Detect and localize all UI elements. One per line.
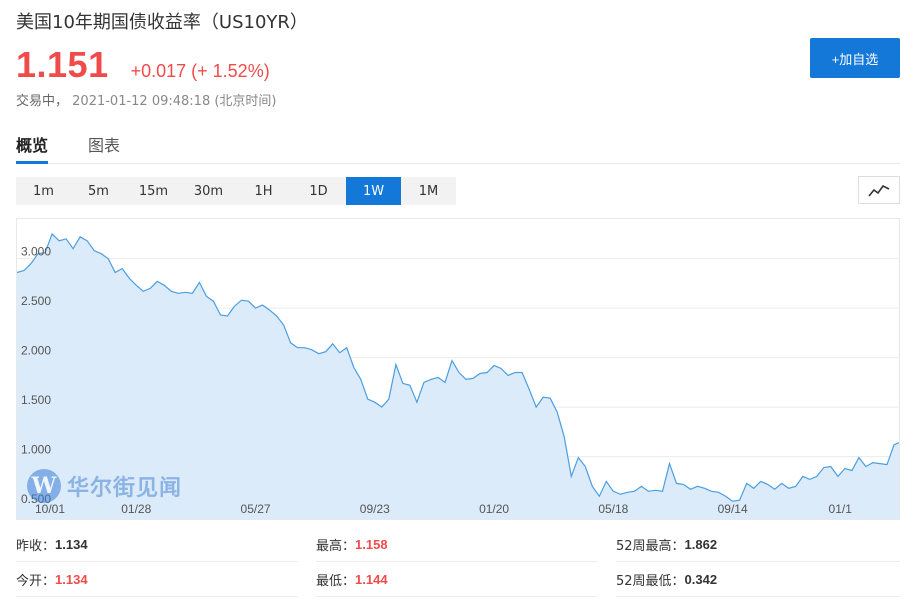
view-tabs: 概览 图表 <box>16 128 900 164</box>
period-15m[interactable]: 15m <box>126 177 181 205</box>
stat-high: 最高： 1.158 <box>316 528 598 562</box>
stat-value: 0.342 <box>684 572 718 587</box>
stat-prev-close: 昨收： 1.134 <box>16 528 298 562</box>
page-title: 美国10年期国债收益率（US10YR） <box>16 12 308 33</box>
yield-chart[interactable]: 3.0002.5002.0001.5001.0000.50010/0101/28… <box>16 218 900 520</box>
y-tick-label: 2.000 <box>21 344 51 358</box>
watermark-logo-icon: W <box>27 469 61 503</box>
stat-low: 最低： 1.144 <box>316 563 598 597</box>
status-text: 交易中， <box>16 94 69 109</box>
x-tick-label: 10/01 <box>35 502 65 516</box>
period-1w[interactable]: 1W <box>346 177 401 205</box>
y-tick-label: 2.500 <box>21 294 51 308</box>
watermark-text: 华尔街见闻 <box>67 475 183 501</box>
stat-open: 今开： 1.134 <box>16 563 298 597</box>
stat-label: 最低： <box>316 574 356 589</box>
stat-label: 最高： <box>316 539 356 554</box>
period-1mo[interactable]: 1M <box>401 177 456 205</box>
line-chart-icon <box>868 184 890 197</box>
stat-value: 1.158 <box>355 537 388 552</box>
y-tick-label: 1.500 <box>21 393 51 407</box>
period-selector: 1m 5m 15m 30m 1H 1D 1W 1M <box>16 177 456 205</box>
y-tick-label: 1.000 <box>21 443 51 457</box>
tab-chart[interactable]: 图表 <box>88 128 120 164</box>
x-tick-label: 05/27 <box>241 502 271 516</box>
x-tick-label: 05/18 <box>598 502 628 516</box>
current-price: 1.151 <box>16 44 109 85</box>
price-row: 1.151 +0.017 (+ 1.52%) <box>16 44 270 85</box>
x-tick-label: 01/28 <box>121 502 151 516</box>
stat-label: 今开： <box>16 574 56 589</box>
stat-value: 1.144 <box>355 572 388 587</box>
watermark: W 华尔街见闻 <box>27 469 182 503</box>
y-tick-label: 3.000 <box>21 245 51 259</box>
chart-type-button[interactable] <box>858 176 900 204</box>
x-tick-label: 09/23 <box>360 502 390 516</box>
stat-value: 1.862 <box>684 537 718 552</box>
stat-label: 52周最高： <box>616 539 685 554</box>
stat-label: 昨收： <box>16 539 56 554</box>
stat-value: 1.134 <box>55 572 88 587</box>
x-tick-label: 09/14 <box>718 502 748 516</box>
period-1h[interactable]: 1H <box>236 177 291 205</box>
timestamp: 2021-01-12 09:48:18 (北京时间) <box>72 94 277 109</box>
tab-overview[interactable]: 概览 <box>16 128 49 164</box>
stat-label: 52周最低： <box>616 574 685 589</box>
x-tick-label: 01/20 <box>479 502 509 516</box>
period-30m[interactable]: 30m <box>181 177 236 205</box>
stat-52w-low: 52周最低： 0.342 <box>616 563 900 597</box>
stat-52w-high: 52周最高： 1.862 <box>616 528 900 562</box>
period-1m[interactable]: 1m <box>16 177 71 205</box>
x-tick-label: 01/1 <box>829 502 853 516</box>
stat-value: 1.134 <box>55 537 88 552</box>
add-watchlist-button[interactable]: +加自选 <box>810 38 900 78</box>
period-5m[interactable]: 5m <box>71 177 126 205</box>
price-change: +0.017 (+ 1.52%) <box>130 61 270 81</box>
trade-status: 交易中， 2021-01-12 09:48:18 (北京时间) <box>16 90 277 109</box>
period-1d[interactable]: 1D <box>291 177 346 205</box>
